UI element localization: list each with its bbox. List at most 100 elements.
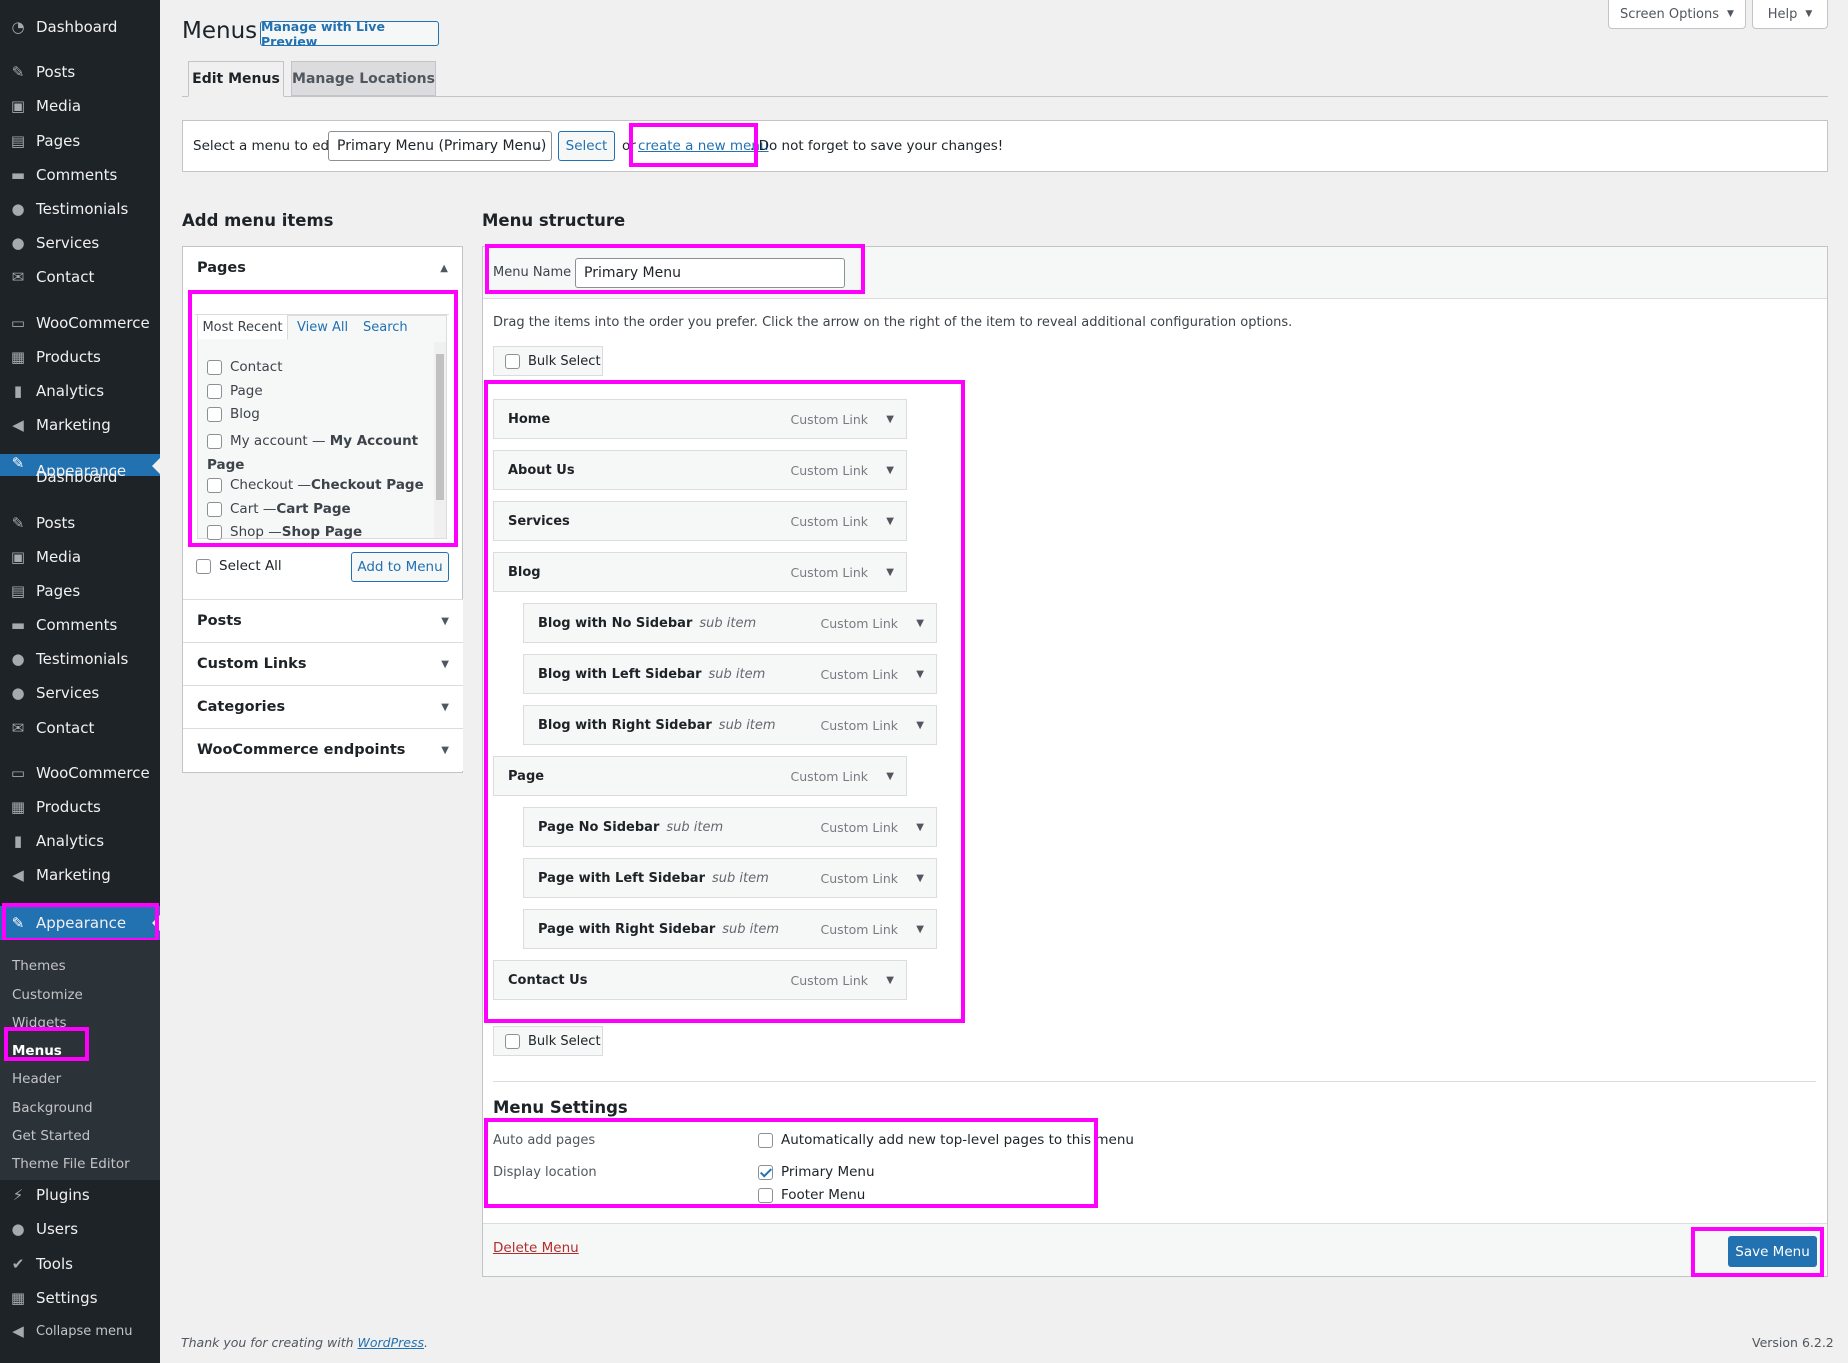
location-primary-menu[interactable]: Primary Menu <box>758 1164 875 1180</box>
page-option-shop[interactable]: Shop — Shop Page <box>207 524 362 540</box>
menu-marketing-b[interactable]: ◀ Marketing <box>0 860 160 890</box>
caret-down-icon[interactable]: ▼ <box>916 822 924 833</box>
menu-analytics[interactable]: ▮ Analytics <box>0 376 160 406</box>
caret-down-icon[interactable]: ▼ <box>916 669 924 680</box>
page-option-cart[interactable]: Cart — Cart Page <box>207 501 351 517</box>
live-preview-button[interactable]: Manage with Live Preview <box>260 19 439 49</box>
menu-tools[interactable]: ✔ Tools <box>0 1249 160 1279</box>
menu-posts[interactable]: ✎ Posts <box>0 57 160 87</box>
menu-testimonials-b[interactable]: ● Testimonials <box>0 644 160 674</box>
tab-manage-locations[interactable]: Manage Locations <box>291 61 436 96</box>
custom-links-accordion[interactable]: Custom Links ▼ <box>183 642 463 685</box>
create-new-menu-link[interactable]: create a new menu <box>638 138 768 154</box>
menu-item-services[interactable]: Services Custom Link ▼ <box>493 501 907 541</box>
caret-down-icon[interactable]: ▼ <box>916 873 924 884</box>
menu-item-contact-us[interactable]: Contact Us Custom Link ▼ <box>493 960 907 1000</box>
menu-item-blog-right-sidebar[interactable]: Blog with Right Sidebar sub item Custom Li… <box>523 705 937 745</box>
submenu-widgets[interactable]: Widgets <box>12 1015 67 1031</box>
checkbox[interactable] <box>207 501 222 517</box>
checkbox[interactable] <box>505 353 520 369</box>
checkbox[interactable] <box>758 1132 773 1148</box>
menu-media-b[interactable]: ▣ Media <box>0 542 160 572</box>
page-option-checkout[interactable]: Checkout — Checkout Page <box>207 477 424 493</box>
collapse-menu[interactable]: ◀ Collapse menu <box>0 1316 160 1346</box>
select-button[interactable]: Select <box>558 131 615 161</box>
submenu-header[interactable]: Header <box>12 1071 61 1087</box>
caret-down-icon[interactable]: ▼ <box>916 924 924 935</box>
bulk-select-top[interactable]: Bulk Select <box>493 346 603 376</box>
categories-accordion[interactable]: Categories ▼ <box>183 685 463 728</box>
tab-edit-menus[interactable]: Edit Menus <box>188 61 284 97</box>
menu-pages[interactable]: ▤ Pages <box>0 126 160 156</box>
checkbox-checked[interactable] <box>758 1164 773 1180</box>
submenu-background[interactable]: Background <box>12 1100 93 1116</box>
menu-analytics-b[interactable]: ▮ Analytics <box>0 826 160 856</box>
menu-item-page-no-sidebar[interactable]: Page No Sidebar sub item Custom Link ▼ <box>523 807 937 847</box>
menu-item-blog-left-sidebar[interactable]: Blog with Left Sidebar sub item Custom Lin… <box>523 654 937 694</box>
menu-services-b[interactable]: ● Services <box>0 678 160 708</box>
checkbox[interactable] <box>207 383 222 399</box>
checkbox[interactable] <box>207 359 222 375</box>
menu-name-input[interactable]: Primary Menu <box>575 258 845 288</box>
page-option-page[interactable]: Page <box>207 383 263 399</box>
menu-settings[interactable]: ▦ Settings <box>0 1283 160 1313</box>
location-footer-menu[interactable]: Footer Menu <box>758 1187 865 1203</box>
screen-options-button[interactable]: Screen Options ▼ <box>1608 0 1746 29</box>
checkbox[interactable] <box>207 406 222 422</box>
menu-media[interactable]: ▣ Media <box>0 91 160 121</box>
page-option-blog[interactable]: Blog <box>207 406 260 422</box>
tab-most-recent[interactable]: Most Recent <box>197 314 288 340</box>
submenu-theme-file-editor[interactable]: Theme File Editor <box>12 1156 130 1172</box>
checkbox[interactable] <box>196 558 211 574</box>
pages-accordion-header[interactable]: Pages ▲ <box>183 247 462 289</box>
menu-services[interactable]: ● Services <box>0 228 160 258</box>
menu-dashboard[interactable]: ◔ Dashboard <box>0 12 160 42</box>
submenu-get-started[interactable]: Get Started <box>12 1128 90 1144</box>
menu-products[interactable]: ▦ Products <box>0 342 160 372</box>
menu-pages-b[interactable]: ▤ Pages <box>0 576 160 606</box>
menu-testimonials[interactable]: ● Testimonials <box>0 194 160 224</box>
caret-down-icon[interactable]: ▼ <box>916 618 924 629</box>
tab-search[interactable]: Search <box>363 320 408 335</box>
caret-down-icon[interactable]: ▼ <box>886 975 894 986</box>
caret-down-icon[interactable]: ▼ <box>886 414 894 425</box>
caret-down-icon[interactable]: ▼ <box>916 720 924 731</box>
checkbox[interactable] <box>758 1187 773 1203</box>
checkbox[interactable] <box>207 433 222 449</box>
menu-comments-b[interactable]: ▬ Comments <box>0 610 160 640</box>
bulk-select-bottom[interactable]: Bulk Select <box>493 1026 603 1056</box>
help-button[interactable]: Help ▼ <box>1752 0 1828 29</box>
caret-down-icon[interactable]: ▼ <box>886 465 894 476</box>
add-to-menu-button[interactable]: Add to Menu <box>351 552 449 582</box>
checkbox[interactable] <box>505 1033 520 1049</box>
menu-item-page[interactable]: Page Custom Link ▼ <box>493 756 907 796</box>
wordpress-link[interactable]: WordPress <box>358 1335 424 1350</box>
submenu-menus[interactable]: Menus <box>12 1043 62 1059</box>
auto-add-option[interactable]: Automatically add new top-level pages to… <box>758 1132 1134 1148</box>
page-option-contact[interactable]: Contact <box>207 359 283 375</box>
scrollbar-thumb[interactable] <box>436 354 444 500</box>
caret-down-icon[interactable]: ▼ <box>886 516 894 527</box>
menu-plugins[interactable]: ⚡ Plugins <box>0 1180 160 1210</box>
submenu-customize[interactable]: Customize <box>12 987 83 1003</box>
delete-menu-link[interactable]: Delete Menu <box>493 1240 579 1256</box>
woocommerce-endpoints-accordion[interactable]: WooCommerce endpoints ▼ <box>183 728 463 771</box>
submenu-themes[interactable]: Themes <box>12 958 66 974</box>
menu-marketing[interactable]: ◀ Marketing <box>0 410 160 440</box>
tab-view-all[interactable]: View All <box>297 320 348 335</box>
menu-contact[interactable]: ✉ Contact <box>0 262 160 292</box>
menu-item-page-right-sidebar[interactable]: Page with Right Sidebar sub item Custom Li… <box>523 909 937 949</box>
posts-accordion[interactable]: Posts ▼ <box>183 599 463 642</box>
menu-users[interactable]: ● Users <box>0 1214 160 1244</box>
select-all[interactable]: Select All <box>196 558 282 574</box>
checkbox[interactable] <box>207 477 222 493</box>
caret-down-icon[interactable]: ▼ <box>886 567 894 578</box>
menu-posts-b[interactable]: ✎ Posts <box>0 508 160 538</box>
menu-products-b[interactable]: ▦ Products <box>0 792 160 822</box>
menu-select-dropdown[interactable]: Primary Menu (Primary Menu) ⌄ <box>328 131 552 161</box>
menu-woocommerce[interactable]: ▭ WooCommerce <box>0 308 160 338</box>
menu-contact-b[interactable]: ✉ Contact <box>0 713 160 743</box>
menu-item-about-us[interactable]: About Us Custom Link ▼ <box>493 450 907 490</box>
menu-appearance[interactable]: ✎ Appearance <box>0 906 160 940</box>
menu-item-blog[interactable]: Blog Custom Link ▼ <box>493 552 907 592</box>
